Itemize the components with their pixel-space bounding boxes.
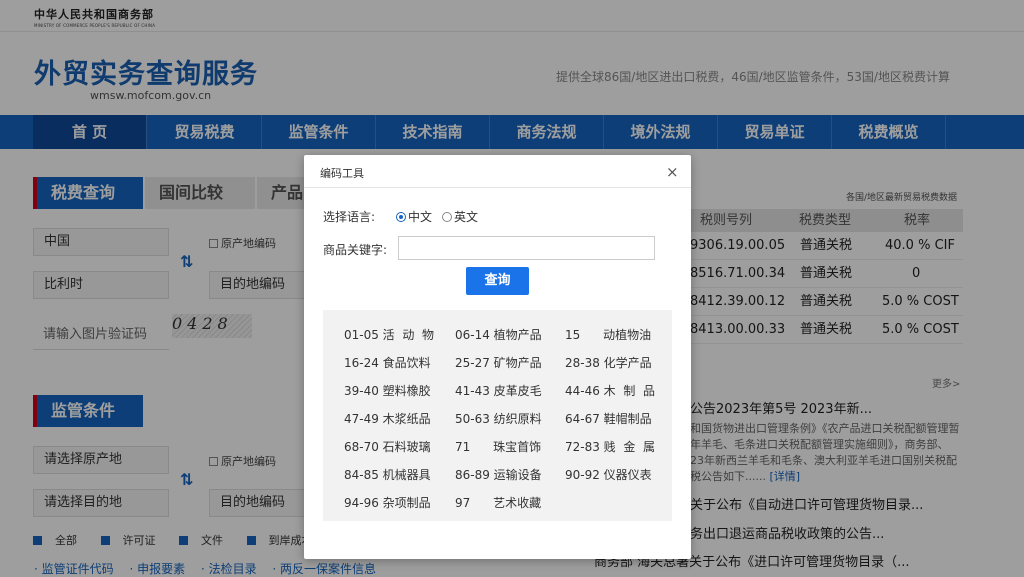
category-item[interactable]: 15 动植物油 <box>565 326 651 343</box>
radio-label: 中文 <box>408 210 433 224</box>
category-item[interactable]: 68-70 石料玻璃 <box>344 438 431 455</box>
category-item[interactable]: 01-05 活 动 物 <box>344 326 434 343</box>
category-item[interactable]: 41-43 皮革皮毛 <box>455 382 542 399</box>
keyword-label: 商品关键字: <box>323 243 388 257</box>
category-item[interactable]: 44-46 木 制 品 <box>565 382 655 399</box>
category-item[interactable]: 94-96 杂项制品 <box>344 494 431 511</box>
category-item[interactable]: 72-83 贱 金 属 <box>565 438 655 455</box>
category-item[interactable]: 47-49 木浆纸品 <box>344 410 431 427</box>
category-item[interactable]: 86-89 运输设备 <box>455 466 542 483</box>
category-item[interactable]: 90-92 仪器仪表 <box>565 466 652 483</box>
category-item[interactable]: 25-27 矿物产品 <box>455 354 542 371</box>
category-item[interactable]: 28-38 化学产品 <box>565 354 652 371</box>
dialog-header: 编码工具 × <box>304 155 691 188</box>
category-item[interactable]: 06-14 植物产品 <box>455 326 542 343</box>
radio-selected-icon <box>396 212 406 222</box>
keyword-input[interactable] <box>398 236 655 260</box>
radio-icon <box>442 212 452 222</box>
category-item[interactable]: 39-40 塑料橡胶 <box>344 382 431 399</box>
category-item[interactable]: 97 艺术收藏 <box>455 494 541 511</box>
category-item[interactable]: 84-85 机械器具 <box>344 466 431 483</box>
radio-chinese[interactable]: 中文 <box>396 208 432 225</box>
language-label: 选择语言: <box>323 210 376 224</box>
radio-label: 英文 <box>454 210 479 224</box>
category-item[interactable]: 64-67 鞋帽制品 <box>565 410 652 427</box>
category-grid: 01-05 活 动 物 06-14 植物产品 15 动植物油 16-24 食品饮… <box>323 310 672 521</box>
code-tool-dialog: 编码工具 × 选择语言: 中文 英文 商品关键字: 查询 01-05 活 动 物… <box>304 155 691 559</box>
category-item[interactable]: 16-24 食品饮料 <box>344 354 431 371</box>
query-button[interactable]: 查询 <box>466 267 529 295</box>
category-item[interactable]: 50-63 纺织原料 <box>455 410 542 427</box>
dialog-title: 编码工具 <box>320 167 364 180</box>
radio-english[interactable]: 英文 <box>442 208 478 225</box>
close-icon[interactable]: × <box>666 163 679 181</box>
category-item[interactable]: 71 珠宝首饰 <box>455 438 541 455</box>
